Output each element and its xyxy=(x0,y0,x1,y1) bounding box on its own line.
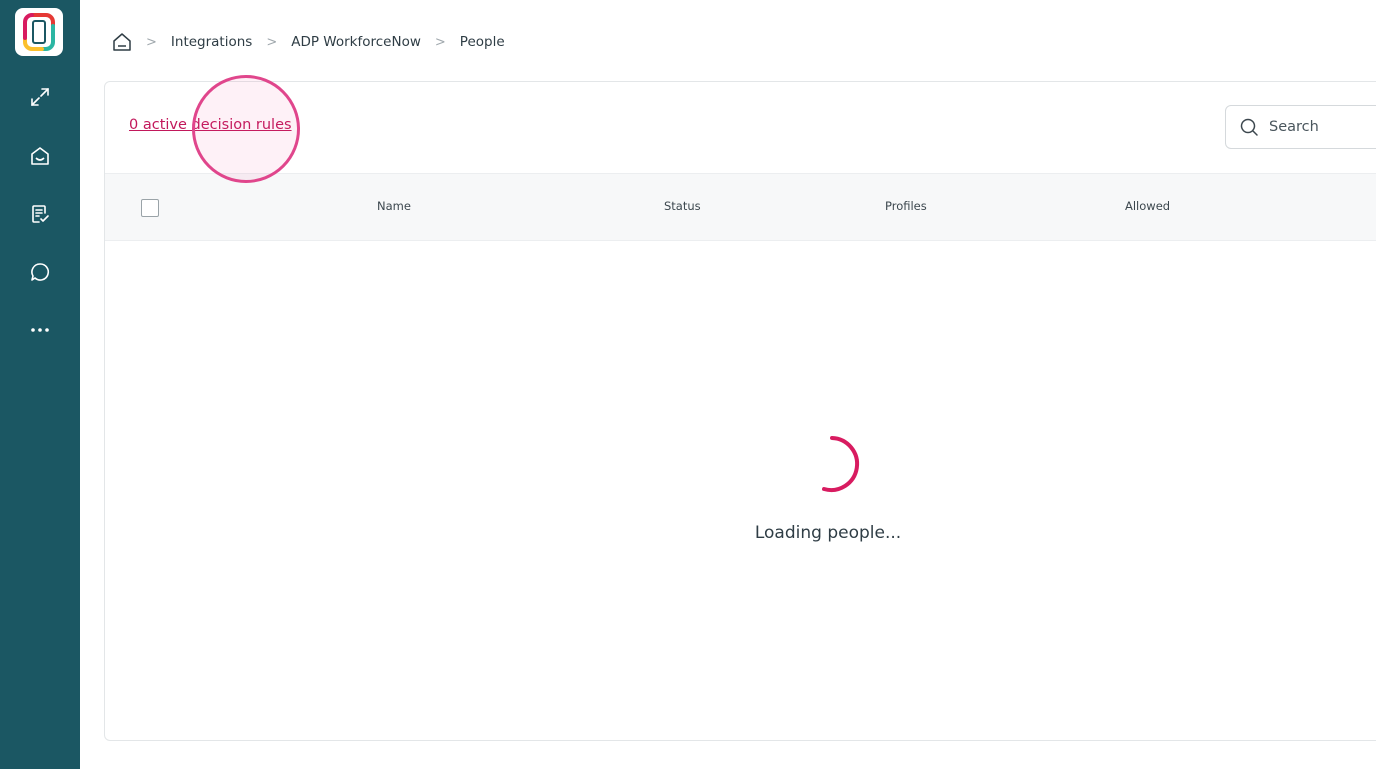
app-logo-icon xyxy=(23,13,55,51)
column-header-status[interactable]: Status xyxy=(664,199,701,213)
app-logo[interactable] xyxy=(15,8,63,56)
column-header-allowed[interactable]: Allowed xyxy=(1125,199,1170,213)
breadcrumb-separator: > xyxy=(146,34,157,50)
loading-message: Loading people... xyxy=(754,523,902,543)
breadcrumb-separator: > xyxy=(266,34,278,50)
sidebar xyxy=(0,0,80,769)
column-header-name[interactable]: Name xyxy=(377,199,411,213)
expand-icon[interactable] xyxy=(26,83,54,111)
search-box[interactable] xyxy=(1225,105,1376,149)
breadcrumb-separator: > xyxy=(434,34,446,50)
active-decision-rules-link[interactable]: 0 active decision rules xyxy=(129,117,292,133)
search-icon xyxy=(1239,117,1259,137)
home-icon[interactable] xyxy=(112,32,132,52)
inbox-icon[interactable] xyxy=(26,142,54,170)
chat-bubble-icon[interactable] xyxy=(26,258,54,286)
breadcrumb: > Integrations > ADP WorkforceNow > Peop… xyxy=(112,30,505,54)
breadcrumb-people: People xyxy=(459,34,505,50)
breadcrumb-integrations[interactable]: Integrations xyxy=(171,34,252,50)
select-all-checkbox[interactable] xyxy=(141,199,159,217)
checklist-icon[interactable] xyxy=(26,200,54,228)
search-input[interactable] xyxy=(1267,118,1376,136)
people-card: 0 active decision rules Name Status Prof… xyxy=(104,81,1376,741)
column-header-profiles[interactable]: Profiles xyxy=(885,199,927,213)
loading-spinner xyxy=(822,436,860,492)
table-header: Name Status Profiles Allowed xyxy=(105,173,1376,241)
breadcrumb-adp-workforcenow[interactable]: ADP WorkforceNow xyxy=(291,34,421,50)
more-dots-icon[interactable] xyxy=(26,316,54,344)
